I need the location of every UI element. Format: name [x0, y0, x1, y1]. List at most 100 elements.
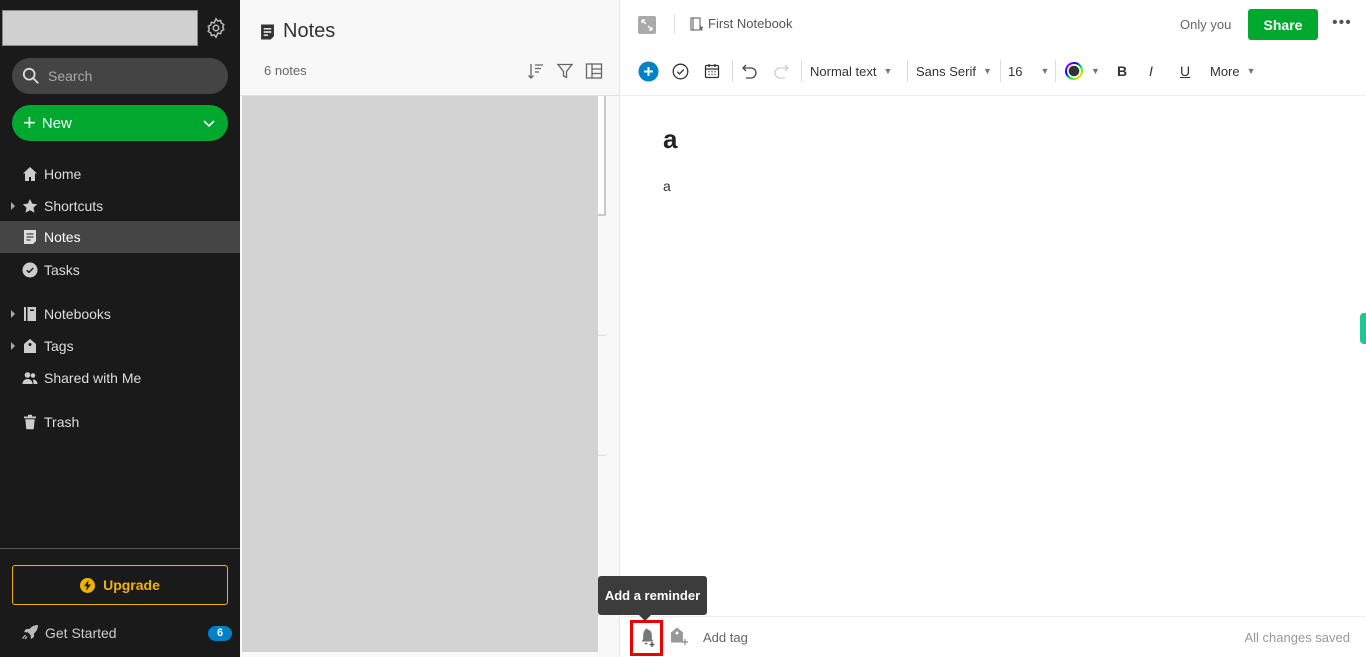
sidebar-item-shared-with-me[interactable]: Shared with Me	[0, 362, 240, 394]
insert-button[interactable]	[638, 60, 659, 82]
text-color-dropdown[interactable]: ▼	[1064, 60, 1100, 82]
chevron-down-icon[interactable]	[202, 116, 216, 130]
sidebar-item-label: Shortcuts	[44, 198, 104, 214]
reminder-tooltip: Add a reminder	[598, 576, 707, 621]
visibility-label[interactable]: Only you	[1180, 17, 1231, 32]
new-button[interactable]: + New	[12, 105, 228, 141]
rocket-icon	[21, 624, 39, 643]
check-circle-icon	[22, 262, 38, 278]
get-started-item[interactable]: Get Started 6	[0, 620, 240, 646]
divider	[621, 616, 1366, 617]
text-style-value: Normal text	[810, 63, 877, 79]
note-title[interactable]: a	[663, 124, 677, 155]
font-size-dropdown[interactable]: 16 ▼	[1008, 60, 1049, 82]
notebook-name: First Notebook	[708, 16, 793, 31]
sidebar-item-tags[interactable]: Tags	[0, 330, 240, 362]
filter-icon[interactable]	[556, 62, 574, 80]
notebook-icon	[22, 306, 38, 322]
search-placeholder: Search	[48, 68, 93, 84]
expand-caret-icon[interactable]	[11, 342, 15, 350]
color-wheel-icon	[1065, 62, 1083, 80]
checklist-button[interactable]	[672, 60, 689, 82]
search-input[interactable]: Search	[12, 58, 228, 94]
calendar-button[interactable]	[704, 60, 720, 82]
note-list-panel: Notes 6 notes	[240, 0, 620, 657]
expand-caret-icon[interactable]	[11, 310, 15, 318]
sidebar: Search + New Home Shortcuts Notes Tasks	[0, 0, 240, 657]
add-tag-input[interactable]: Add tag	[703, 630, 748, 645]
settings-icon[interactable]	[205, 17, 227, 39]
italic-button[interactable]: I	[1149, 60, 1153, 82]
expand-icon[interactable]	[638, 16, 656, 34]
undo-button[interactable]	[741, 60, 758, 82]
sort-icon[interactable]	[527, 62, 545, 80]
font-family-dropdown[interactable]: Sans Serif ▼	[916, 60, 992, 82]
plus-circle-icon	[638, 61, 659, 81]
font-size-value: 16	[1008, 63, 1023, 79]
font-family-value: Sans Serif	[916, 63, 976, 79]
chevron-down-icon: ▼	[982, 66, 992, 76]
note-list-redacted-area[interactable]	[242, 96, 598, 652]
side-panel-tab[interactable]	[1360, 313, 1366, 344]
sidebar-item-notebooks[interactable]: Notebooks	[0, 298, 240, 330]
trash-icon	[22, 414, 38, 430]
upgrade-label: Upgrade	[103, 577, 160, 593]
redo-icon	[774, 64, 789, 79]
sidebar-item-shortcuts[interactable]: Shortcuts	[0, 190, 240, 222]
lightning-icon	[80, 577, 96, 593]
divider	[1055, 60, 1056, 82]
undo-icon	[742, 64, 757, 79]
more-label: More	[1210, 63, 1240, 79]
sidebar-item-notes[interactable]: Notes	[0, 221, 240, 253]
divider	[674, 14, 675, 34]
share-button[interactable]: Share	[1248, 9, 1318, 40]
note-icon	[261, 24, 274, 39]
divider	[732, 60, 733, 82]
more-formatting-dropdown[interactable]: More ▼	[1210, 60, 1256, 82]
account-switcher[interactable]	[2, 10, 198, 46]
sidebar-item-home[interactable]: Home	[0, 158, 240, 190]
divider	[621, 95, 1366, 96]
divider	[907, 60, 908, 82]
note-body[interactable]: a	[663, 178, 671, 194]
bold-button[interactable]: B	[1117, 60, 1127, 82]
tag-icon	[22, 338, 38, 354]
italic-icon: I	[1149, 63, 1153, 79]
divider	[1000, 60, 1001, 82]
expand-caret-icon[interactable]	[11, 202, 15, 210]
chevron-down-icon: ▼	[1040, 66, 1050, 76]
star-icon	[22, 198, 38, 214]
sidebar-item-label: Tags	[44, 338, 74, 354]
note-list-scrollbar[interactable]	[598, 96, 606, 216]
bell-plus-icon	[641, 628, 654, 647]
chevron-down-icon: ▼	[883, 66, 893, 76]
notebook-selector[interactable]: First Notebook	[690, 16, 793, 31]
note-list-header: Notes	[260, 20, 335, 43]
sidebar-item-tasks[interactable]: Tasks	[0, 254, 240, 286]
people-icon	[22, 370, 38, 386]
underline-button[interactable]: U	[1180, 60, 1190, 82]
note-list-title: Notes	[283, 20, 336, 42]
sidebar-item-label: Tasks	[44, 262, 80, 278]
note-editor: First Notebook Only you Share ••• Normal…	[621, 0, 1366, 657]
add-tag-icon[interactable]	[670, 626, 690, 653]
row-divider	[598, 455, 606, 456]
sidebar-item-label: Notebooks	[44, 306, 111, 322]
sidebar-item-label: Trash	[44, 414, 80, 430]
chevron-down-icon: ▼	[1246, 66, 1256, 76]
calendar-icon	[704, 64, 720, 79]
sidebar-item-trash[interactable]: Trash	[0, 406, 240, 438]
formatting-toolbar: Normal text ▼ Sans Serif ▼ 16 ▼ ▼ B I U Mor…	[621, 56, 1366, 86]
chevron-down-icon: ▼	[1091, 66, 1100, 76]
search-icon	[22, 67, 39, 84]
text-style-dropdown[interactable]: Normal text ▼	[810, 60, 892, 82]
plus-icon: +	[23, 110, 36, 135]
upgrade-button[interactable]: Upgrade	[12, 565, 228, 605]
notebook-icon	[690, 16, 703, 31]
sidebar-item-label: Home	[44, 166, 82, 182]
view-options-icon[interactable]	[585, 62, 603, 80]
add-reminder-button[interactable]	[630, 620, 663, 656]
check-circle-icon	[672, 63, 689, 79]
redo-button[interactable]	[773, 60, 790, 82]
more-options-icon[interactable]: •••	[1332, 14, 1352, 32]
